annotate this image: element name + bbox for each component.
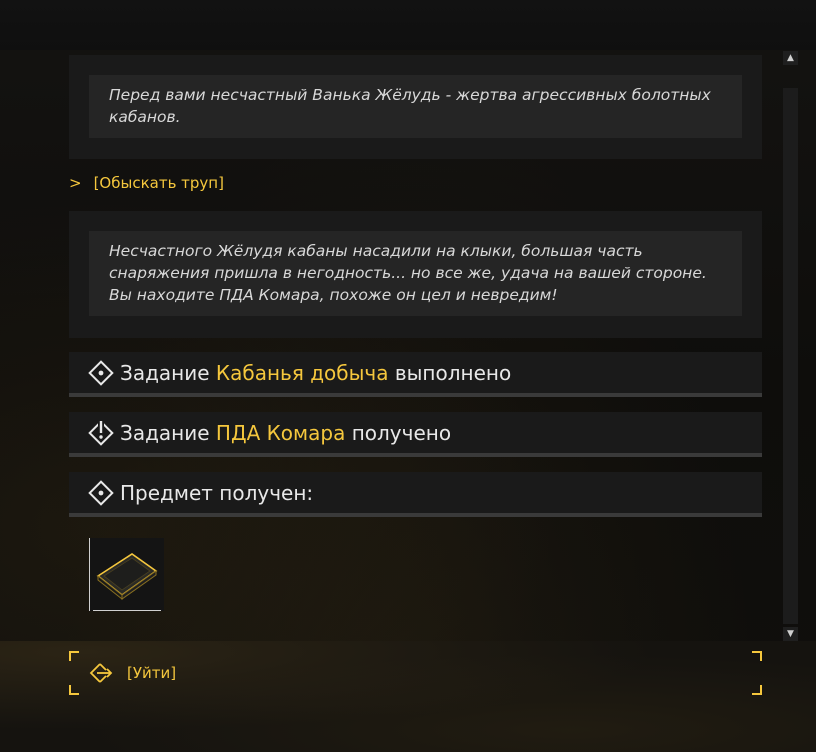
slot-underline <box>93 610 161 611</box>
item-received-notice: Предмет получен: <box>69 472 762 517</box>
dialog-panel: Несчастного Жёлудя кабаны насадили на кл… <box>69 211 762 338</box>
scroll-up-button[interactable]: ▲ <box>783 51 798 65</box>
dialog-text: Перед вами несчастный Ванька Жёлудь - же… <box>89 75 742 138</box>
dialog-text: Несчастного Жёлудя кабаны насадили на кл… <box>89 231 742 316</box>
frame-corner <box>752 651 762 661</box>
quest-received-notice: Задание ПДА Комара получено <box>69 412 762 457</box>
dialog-panel: Перед вами несчастный Ванька Жёлудь - же… <box>69 55 762 159</box>
choice-label: [Обыскать труп] <box>93 174 224 192</box>
notice-suffix: получено <box>351 420 452 445</box>
pda-item-icon <box>90 538 164 614</box>
notice-text: Предмет получен: <box>120 480 314 505</box>
leave-button[interactable]: [Уйти] <box>69 651 762 695</box>
scrollbar-track[interactable] <box>783 88 798 624</box>
scroll-down-button[interactable]: ▼ <box>783 627 798 641</box>
notice-prefix: Задание <box>120 360 210 385</box>
frame-corner <box>69 651 79 661</box>
frame-corner <box>69 685 79 695</box>
quest-complete-icon <box>88 359 114 386</box>
quest-name: Кабанья добыча <box>215 360 389 385</box>
notice-suffix: выполнено <box>394 360 512 385</box>
top-bar <box>0 0 816 50</box>
choice-arrow: > <box>69 174 82 192</box>
frame-corner <box>752 685 762 695</box>
reward-item-slot[interactable] <box>89 538 164 611</box>
quest-new-icon <box>88 419 114 446</box>
item-received-icon <box>88 479 114 506</box>
dialog-screen: Перед вами несчастный Ванька Жёлудь - же… <box>0 0 816 752</box>
quest-completed-notice: Задание Кабанья добыча выполнено <box>69 352 762 397</box>
leave-label: [Уйти] <box>127 664 177 682</box>
notice-prefix: Задание <box>120 420 210 445</box>
quest-name: ПДА Комара <box>215 420 346 445</box>
choice-search-corpse[interactable]: > [Обыскать труп] <box>69 174 224 192</box>
exit-icon <box>87 660 113 686</box>
